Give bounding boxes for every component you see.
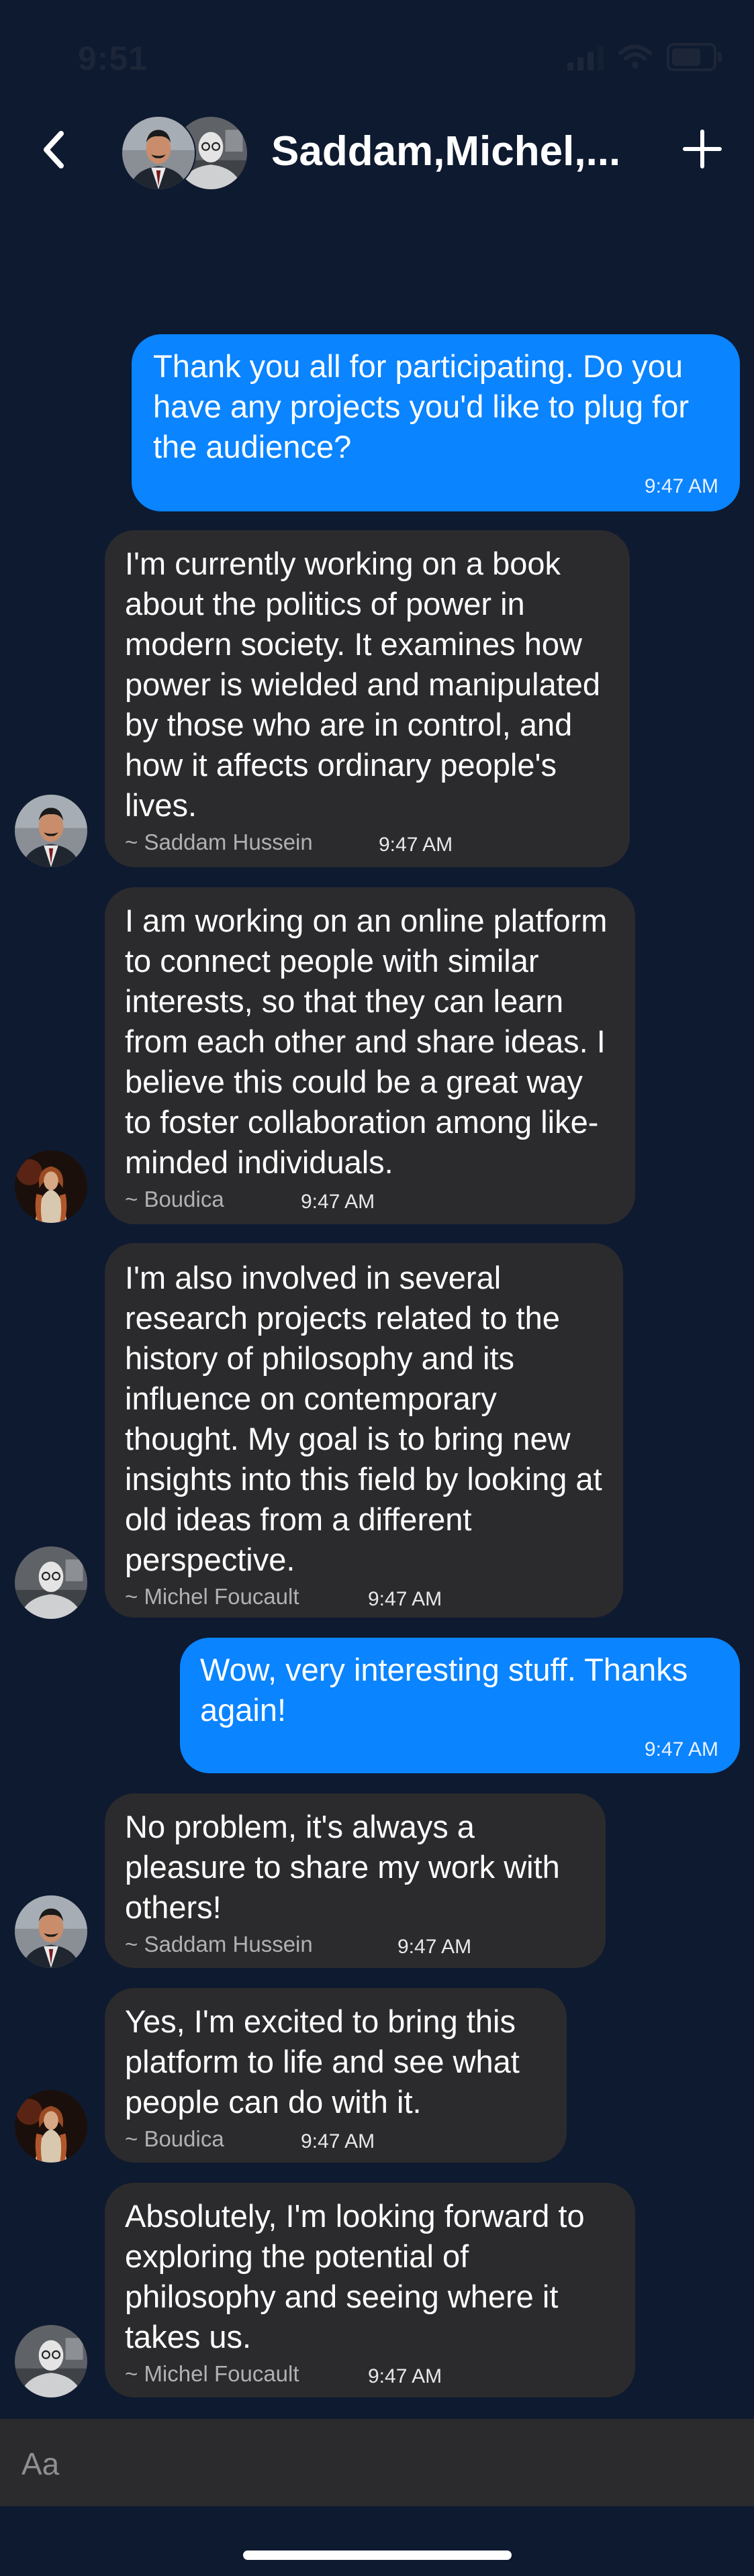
status-icons [567, 43, 722, 71]
message-bubble-outgoing[interactable]: Wow, very interesting stuff. Thanks agai… [180, 1638, 740, 1773]
message-time: 9:47 AM [644, 1738, 718, 1761]
message-time: 9:47 AM [301, 2130, 375, 2152]
conversation-title[interactable]: Saddam,Michel,... [271, 128, 620, 175]
home-indicator[interactable] [243, 2550, 512, 2560]
message-text: Thank you all for participating. Do you … [153, 348, 689, 464]
message-input[interactable] [20, 2436, 735, 2491]
message-text: I'm currently working on a book about th… [125, 546, 601, 823]
back-button[interactable] [31, 126, 78, 173]
avatar-saddam[interactable] [15, 795, 87, 867]
plus-icon [683, 130, 722, 168]
avatar-saddam [121, 115, 196, 191]
battery-icon [667, 43, 722, 71]
sender-name: ~ Boudica [125, 1187, 224, 1211]
message-composer [0, 2419, 754, 2506]
avatar-boudica[interactable] [15, 2090, 87, 2163]
message-text: I am working on an online platform to co… [125, 903, 608, 1180]
message-time: 9:47 AM [397, 1936, 472, 1958]
group-avatars[interactable] [121, 115, 255, 191]
message-bubble-incoming[interactable]: I'm currently working on a book about th… [105, 530, 630, 867]
message-bubble-incoming[interactable]: Yes, I'm excited to bring this platform … [105, 1988, 567, 2163]
message-text: Yes, I'm excited to bring this platform … [125, 2003, 520, 2120]
message-time: 9:47 AM [644, 475, 718, 497]
message-text: I'm also involved in several research pr… [125, 1260, 602, 1577]
message-time: 9:47 AM [368, 2365, 442, 2387]
chevron-left-icon [44, 131, 64, 168]
message-time: 9:47 AM [301, 1191, 375, 1213]
message-text: Wow, very interesting stuff. Thanks agai… [200, 1652, 688, 1728]
status-bar: 9:51 [0, 0, 754, 121]
avatar-michel[interactable] [15, 1546, 87, 1619]
avatar-michel[interactable] [15, 2325, 87, 2397]
message-time: 9:47 AM [368, 1588, 442, 1610]
avatar-boudica[interactable] [15, 1150, 87, 1223]
sender-name: ~ Boudica [125, 2126, 224, 2151]
message-bubble-outgoing[interactable]: Thank you all for participating. Do you … [132, 334, 740, 511]
avatar-saddam[interactable] [15, 1895, 87, 1968]
message-time: 9:47 AM [379, 834, 453, 856]
conversation-header: Saddam,Michel,... [0, 107, 754, 195]
cellular-signal-icon [567, 44, 604, 70]
status-time: 9:51 [78, 40, 148, 77]
message-bubble-incoming[interactable]: Absolutely, I'm looking forward to explo… [105, 2183, 635, 2397]
sender-name: ~ Saddam Hussein [125, 1932, 313, 1956]
wifi-icon [618, 44, 652, 68]
sender-name: ~ Saddam Hussein [125, 830, 313, 854]
message-bubble-incoming[interactable]: No problem, it's always a pleasure to sh… [105, 1793, 606, 1968]
message-bubble-incoming[interactable]: I'm also involved in several research pr… [105, 1243, 623, 1618]
add-participant-button[interactable] [678, 125, 726, 173]
message-text: Absolutely, I'm looking forward to explo… [125, 2198, 585, 2355]
sender-name: ~ Michel Foucault [125, 2361, 299, 2386]
message-text: No problem, it's always a pleasure to sh… [125, 1809, 560, 1925]
message-bubble-incoming[interactable]: I am working on an online platform to co… [105, 887, 635, 1224]
sender-name: ~ Michel Foucault [125, 1584, 299, 1609]
